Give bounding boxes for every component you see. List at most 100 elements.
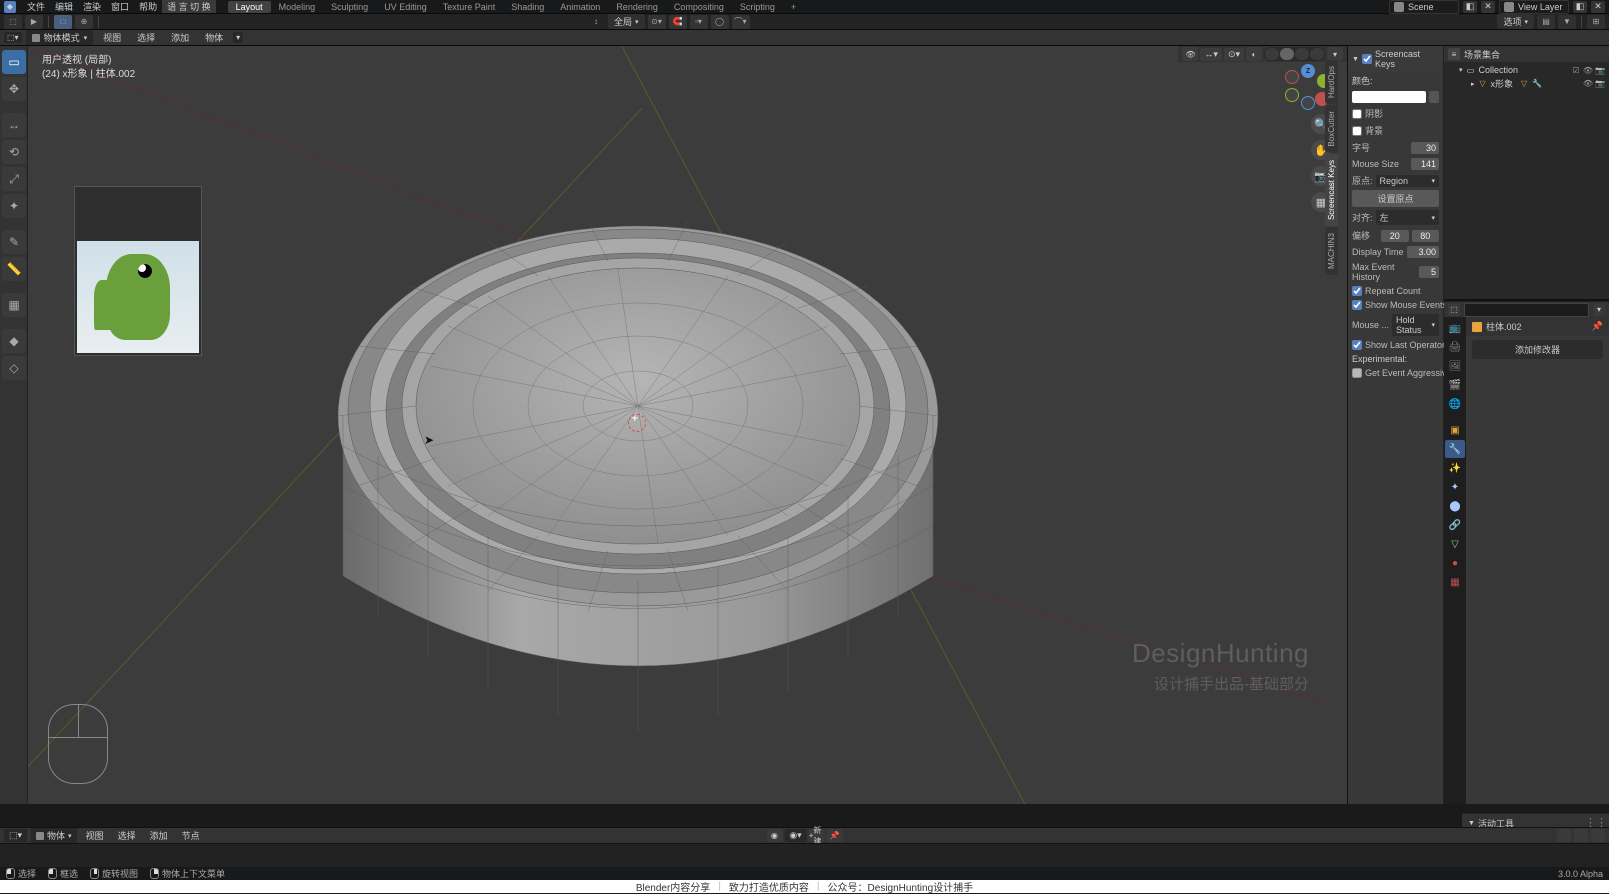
options-dropdown[interactable]: 选项 ▾ [1497, 14, 1534, 29]
shading-solid[interactable] [1280, 48, 1294, 60]
view-object-types-icon[interactable]: 👁 [1182, 47, 1198, 61]
color-swatch[interactable] [1352, 91, 1426, 103]
hide-viewport-icon[interactable]: 👁 [1583, 65, 1593, 75]
shading-wireframe[interactable] [1265, 48, 1279, 60]
showmouse-checkbox[interactable] [1352, 300, 1362, 310]
tool-addon-1[interactable]: ◆ [2, 329, 26, 353]
pin-nodetree-icon[interactable]: 📌 [827, 829, 843, 842]
workspace-tab-scripting[interactable]: Scripting [732, 1, 783, 13]
properties-search-input[interactable] [1464, 303, 1589, 317]
tool-rotate[interactable]: ⟲ [2, 140, 26, 164]
timeline-mode-select[interactable]: 物体 ▾ [31, 828, 77, 843]
mode-select[interactable]: 物体模式 ▾ [26, 30, 94, 45]
tool-move[interactable]: ↔ [2, 113, 26, 137]
prop-tab-particles[interactable]: ✦ [1445, 478, 1465, 496]
repeatcount-checkbox[interactable] [1352, 286, 1362, 296]
timeline-menu-view[interactable]: 视图 [81, 829, 109, 842]
viewport-menu-select[interactable]: 选择 [131, 31, 161, 44]
cursor-tool-icon[interactable]: ⊕ [75, 15, 93, 29]
timeline-editor-type[interactable]: ⬚▾ [4, 829, 27, 842]
origin-dropdown[interactable]: Region▾ [1376, 175, 1439, 187]
prop-tab-render[interactable]: 📺 [1445, 319, 1465, 337]
menu-file[interactable]: 文件 [22, 0, 50, 13]
workspace-tab-shading[interactable]: Shading [503, 1, 552, 13]
prop-tab-material[interactable]: ● [1445, 554, 1465, 572]
snap-type-icon[interactable]: ▫▾ [690, 15, 708, 29]
workspace-tab-uv[interactable]: UV Editing [376, 1, 435, 13]
offset-x-value[interactable]: 20 [1381, 230, 1409, 242]
xray-toggle-icon[interactable]: ◐ [1246, 47, 1262, 61]
shading-options-dropdown[interactable]: ▾ [1327, 47, 1343, 61]
viewlayer-selector[interactable] [1499, 0, 1569, 14]
prop-tab-texture[interactable]: ▦ [1445, 573, 1465, 591]
gizmo-neg-x[interactable] [1285, 70, 1299, 84]
workspace-tab-animation[interactable]: Animation [552, 1, 608, 13]
fontsize-value[interactable]: 30 [1411, 142, 1439, 154]
orientation-icon[interactable]: ↕ [587, 15, 605, 29]
workspace-tab-texpaint[interactable]: Texture Paint [435, 1, 504, 13]
showlastop-checkbox[interactable] [1352, 340, 1362, 350]
editor-type-icon[interactable]: ⬚ [4, 15, 22, 29]
timeline-menu-select[interactable]: 选择 [113, 829, 141, 842]
overlay-toggle[interactable]: ⊙▾ [1224, 48, 1244, 61]
mousemode-dropdown[interactable]: Hold Status▾ [1392, 314, 1439, 336]
disable-render-icon[interactable]: 📷 [1595, 79, 1605, 89]
set-object-tool-icon[interactable]: ▶ [25, 15, 43, 29]
tool-transform[interactable]: ✦ [2, 194, 26, 218]
viewlayer-new-button[interactable]: ◧ [1573, 1, 1587, 13]
proportional-edit-icon[interactable]: ◯ [711, 15, 729, 29]
timeline-opt-2[interactable] [1574, 829, 1588, 842]
background-checkbox[interactable] [1352, 126, 1362, 136]
reference-image-empty[interactable] [74, 186, 202, 356]
viewport-menu-add[interactable]: 添加 [165, 31, 195, 44]
panel-header-screencast[interactable]: ▼ Screencast Keys [1348, 46, 1443, 72]
gizmo-z-axis[interactable]: Z [1301, 64, 1315, 78]
viewlayer-delete-button[interactable]: ✕ [1591, 1, 1605, 13]
node-tree-type-icon[interactable]: ◉ [766, 829, 782, 842]
workspace-tab-modeling[interactable]: Modeling [271, 1, 324, 13]
workspace-tab-add[interactable]: + [783, 1, 804, 13]
timeline-opt-1[interactable] [1557, 829, 1571, 842]
pin-icon[interactable]: 📌 [1592, 321, 1603, 332]
properties-options-icon[interactable]: ▾ [1593, 304, 1605, 316]
3d-mesh-cylinder[interactable] [288, 136, 988, 766]
transform-orientation-select[interactable]: 全局 ▾ [608, 14, 645, 29]
workspace-tab-compositing[interactable]: Compositing [666, 1, 732, 13]
screencast-enable-checkbox[interactable] [1362, 54, 1372, 64]
prop-tab-scene[interactable]: 🎬 [1445, 376, 1465, 394]
viewlayer-name-input[interactable] [1518, 2, 1564, 12]
properties-editor-icon[interactable]: ⬚ [1448, 304, 1460, 316]
vtab-boxcutter[interactable]: BoxCutter [1325, 105, 1338, 153]
menu-window[interactable]: 窗口 [106, 0, 134, 13]
outliner-editor-type-icon[interactable]: ≡ [1448, 48, 1460, 60]
blender-logo-icon[interactable]: ◆ [4, 1, 16, 13]
shading-matprev[interactable] [1295, 48, 1309, 60]
viewport-menu-view[interactable]: 视图 [97, 31, 127, 44]
menu-edit[interactable]: 编辑 [50, 0, 78, 13]
set-origin-button[interactable]: 设置原点 [1352, 190, 1439, 207]
outliner-collection-row[interactable]: ▾ ▭ Collection ☑ 👁 📷 [1444, 64, 1609, 76]
filter-outliner-icon[interactable]: ▤ [1537, 15, 1555, 29]
node-tree-selector[interactable]: ◉▾ [784, 829, 806, 842]
prop-tab-output[interactable]: 🖨 [1445, 338, 1465, 356]
vtab-hardops[interactable]: HardOps [1325, 60, 1338, 104]
timeline-menu-add[interactable]: 添加 [145, 829, 173, 842]
hide-viewport-icon[interactable]: 👁 [1583, 79, 1593, 89]
workspace-tab-rendering[interactable]: Rendering [608, 1, 666, 13]
prop-tab-effects[interactable]: ✨ [1445, 459, 1465, 477]
offset-y-value[interactable]: 80 [1412, 230, 1440, 242]
timeline-opt-3[interactable] [1591, 829, 1605, 842]
timeline-body[interactable] [0, 843, 1609, 867]
prop-tab-world[interactable]: 🌐 [1445, 395, 1465, 413]
prop-tab-physics[interactable]: ⬤ [1445, 497, 1465, 515]
tool-cursor[interactable]: ✥ [2, 77, 26, 101]
timeline-menu-node[interactable]: 节点 [177, 829, 205, 842]
prop-tab-modifiers[interactable]: 🔧 [1445, 440, 1465, 458]
exclude-checkbox-icon[interactable]: ☑ [1571, 65, 1581, 75]
color-picker-button[interactable] [1429, 91, 1439, 103]
pivot-icon[interactable]: ⊙▾ [648, 15, 666, 29]
snap-toggle-icon[interactable]: 🧲 [669, 15, 687, 29]
vtab-screencastkeys[interactable]: Screencast Keys [1325, 154, 1338, 226]
displaytime-value[interactable]: 3.00 [1407, 246, 1439, 258]
select-box-tool-icon[interactable]: □ [54, 15, 72, 29]
